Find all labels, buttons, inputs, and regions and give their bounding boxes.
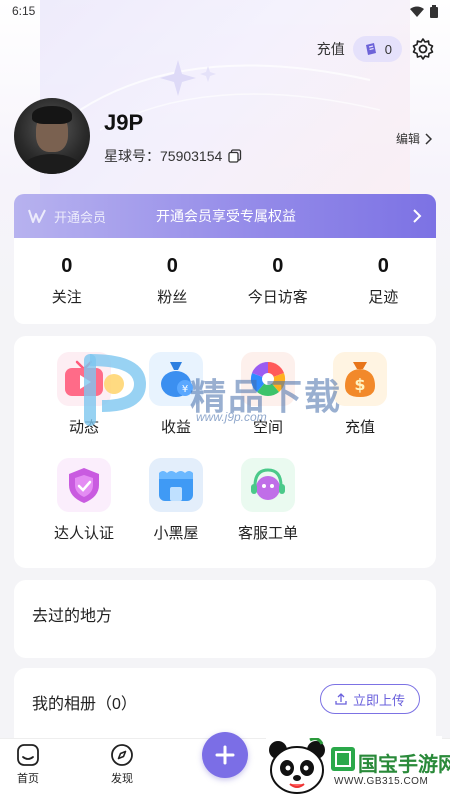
vip-chevron-right-icon bbox=[413, 209, 422, 223]
stat-value: 0 bbox=[272, 255, 284, 277]
battery-icon bbox=[430, 4, 438, 18]
album-title: 我的相册（0） bbox=[32, 696, 137, 713]
vip-promo-text: 开通会员享受专属权益 bbox=[156, 208, 296, 224]
stat-footprints[interactable]: 0 足迹 bbox=[331, 238, 437, 324]
func-recharge[interactable]: $ 充值 bbox=[320, 352, 400, 437]
places-title: 去过的地方 bbox=[32, 608, 113, 625]
stats-card: 0 关注 0 粉丝 0 今日访客 0 足迹 bbox=[14, 238, 436, 324]
money-bag-icon: ¥ bbox=[149, 352, 203, 406]
edit-label: 编辑 bbox=[395, 132, 420, 146]
func-label: 充值 bbox=[344, 419, 375, 436]
stat-value: 0 bbox=[166, 255, 178, 277]
star-id: 星球号：75903154 bbox=[104, 148, 223, 164]
status-time: 6:15 bbox=[12, 4, 36, 18]
settings-gear-icon[interactable] bbox=[410, 36, 436, 62]
chevron-right-icon bbox=[425, 132, 432, 145]
headset-mascot-icon bbox=[241, 458, 295, 512]
vip-badge-label: 开通会员 bbox=[54, 209, 107, 225]
func-space[interactable]: 空间 bbox=[228, 352, 308, 437]
dollar-bag-icon: $ bbox=[333, 352, 387, 406]
svg-text:$: $ bbox=[354, 375, 365, 394]
camera-aperture-icon bbox=[241, 352, 295, 406]
coin-count: 0 bbox=[384, 41, 392, 57]
create-post-button[interactable] bbox=[202, 732, 248, 778]
tab-discover-label: 发现 bbox=[111, 773, 133, 785]
func-dynamic[interactable]: 动态 bbox=[44, 352, 124, 437]
username: J9P bbox=[104, 110, 144, 135]
coin-balance-pill[interactable]: 0 bbox=[352, 36, 402, 62]
func-verification[interactable]: 达人认证 bbox=[44, 458, 124, 543]
places-visited-card[interactable]: 去过的地方 bbox=[14, 580, 436, 658]
coin-ticket-icon bbox=[365, 43, 376, 55]
tab-discover[interactable]: 发现 bbox=[110, 743, 134, 786]
stat-following[interactable]: 0 关注 bbox=[14, 238, 120, 324]
video-play-icon bbox=[57, 352, 111, 406]
stat-label: 粉丝 bbox=[157, 289, 188, 306]
star-id-row: 星球号：75903154 bbox=[104, 146, 242, 166]
stat-label: 关注 bbox=[51, 289, 82, 306]
func-label: 达人认证 bbox=[53, 525, 114, 542]
stat-fans[interactable]: 0 粉丝 bbox=[120, 238, 226, 324]
status-icons bbox=[410, 4, 438, 18]
func-label: 空间 bbox=[252, 419, 283, 436]
func-label: 小黑屋 bbox=[153, 525, 199, 542]
func-label: 客服工单 bbox=[237, 525, 298, 542]
store-icon bbox=[149, 458, 203, 512]
vip-banner[interactable]: 开通会员 开通会员享受专属权益 bbox=[14, 194, 436, 238]
vip-crown-icon bbox=[28, 209, 46, 223]
func-earnings[interactable]: ¥ 收益 bbox=[136, 352, 216, 437]
stat-value: 0 bbox=[61, 255, 73, 277]
svg-text:¥: ¥ bbox=[182, 384, 188, 395]
compass-icon bbox=[111, 744, 133, 766]
function-grid: 动态 ¥ 收益 空间 $ 充值 达人认证 小黑屋 客服工单 bbox=[14, 336, 436, 568]
stat-visitors-today[interactable]: 0 今日访客 bbox=[225, 238, 331, 324]
plus-icon bbox=[215, 745, 235, 765]
upload-icon bbox=[335, 693, 347, 705]
recharge-link[interactable]: 充值 bbox=[317, 39, 345, 59]
upload-now-button[interactable]: 立即上传 bbox=[319, 684, 420, 714]
header-actions: 充值 0 bbox=[317, 36, 436, 62]
stat-label: 足迹 bbox=[368, 289, 399, 306]
stat-value: 0 bbox=[377, 255, 389, 277]
avatar[interactable] bbox=[14, 98, 90, 174]
stat-label: 今日访客 bbox=[247, 289, 308, 306]
verified-shield-icon bbox=[57, 458, 111, 512]
func-label: 收益 bbox=[160, 419, 191, 436]
func-blackroom[interactable]: 小黑屋 bbox=[136, 458, 216, 543]
func-service-ticket[interactable]: 客服工单 bbox=[228, 458, 308, 543]
edit-profile-link[interactable]: 编辑 bbox=[396, 130, 432, 147]
func-label: 动态 bbox=[68, 419, 99, 436]
tab-home-label: 首页 bbox=[17, 773, 39, 785]
copy-icon[interactable] bbox=[228, 149, 242, 163]
wifi-icon bbox=[410, 6, 424, 17]
tab-home[interactable]: 首页 bbox=[16, 743, 40, 786]
status-bar: 6:15 bbox=[0, 0, 450, 22]
profile-section: J9P 星球号：75903154 编辑 bbox=[14, 98, 436, 178]
home-icon bbox=[17, 744, 39, 766]
vip-badge: 开通会员 bbox=[28, 207, 156, 226]
upload-label: 立即上传 bbox=[352, 692, 405, 708]
